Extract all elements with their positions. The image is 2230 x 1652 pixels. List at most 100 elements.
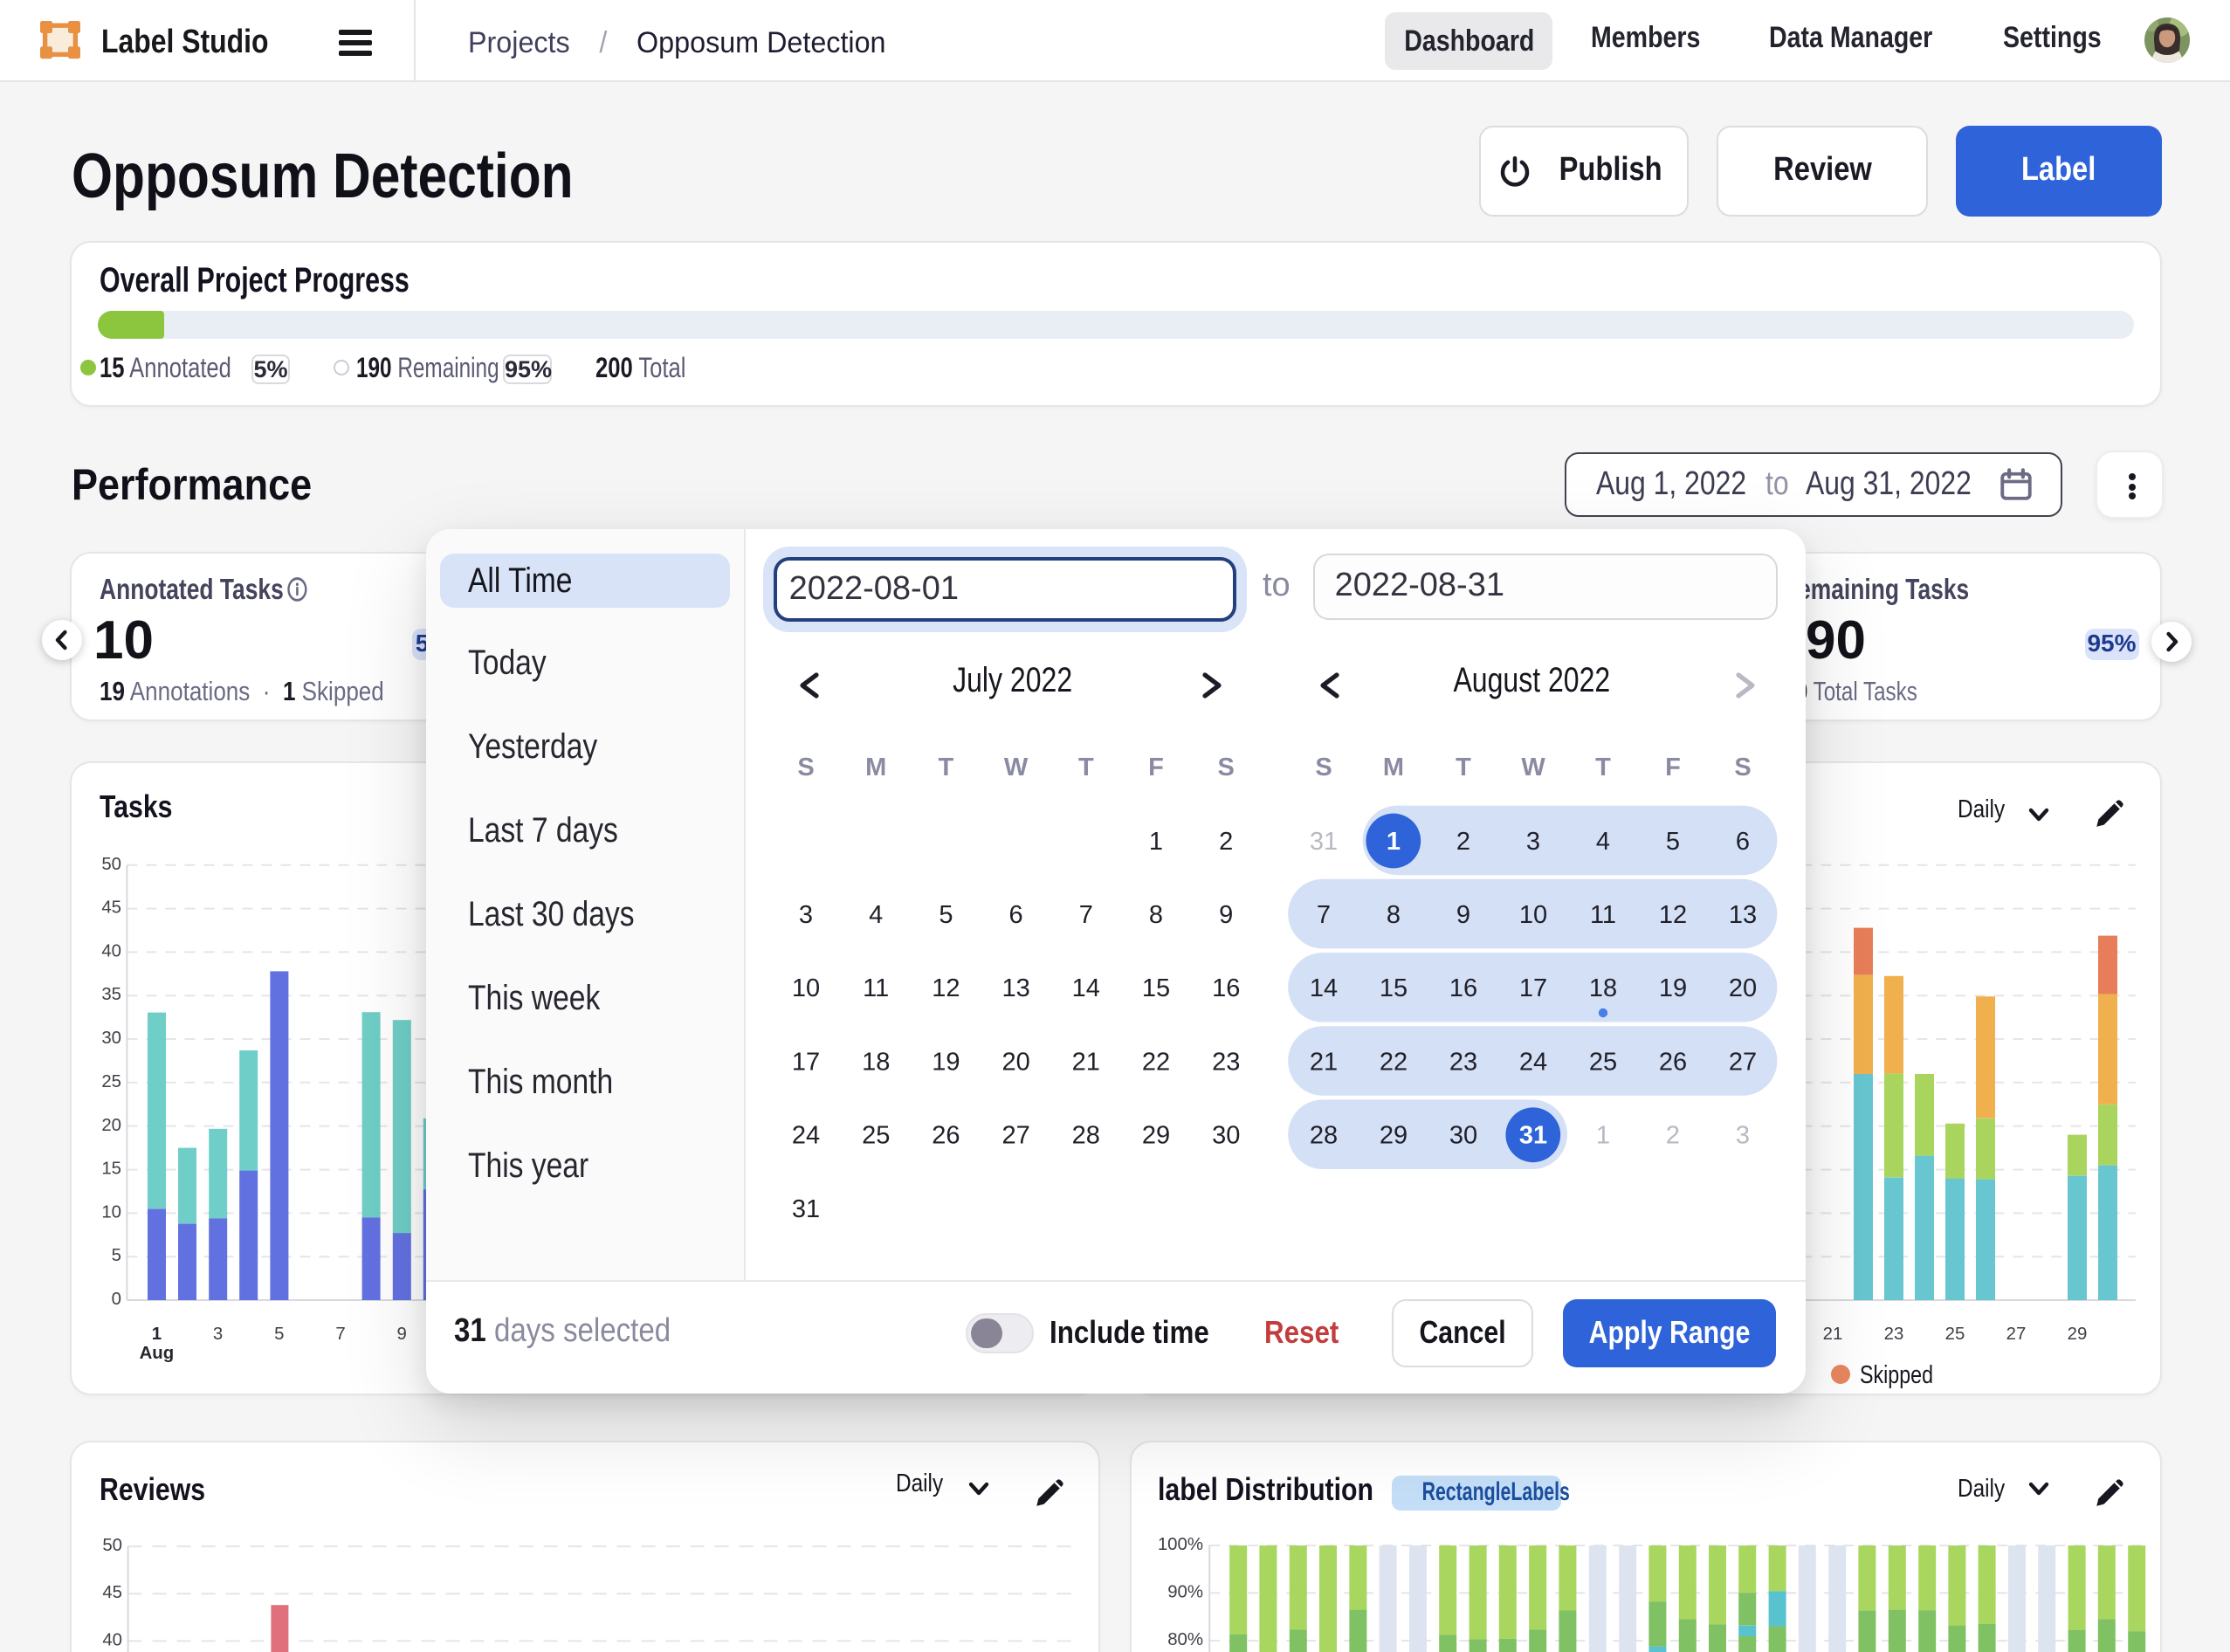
- svg-text:18: 18: [862, 1047, 890, 1075]
- svg-text:45: 45: [102, 1583, 122, 1602]
- svg-text:5: 5: [274, 1325, 284, 1344]
- svg-text:5: 5: [1666, 827, 1680, 855]
- svg-text:F: F: [1665, 753, 1681, 781]
- svg-text:17: 17: [1519, 974, 1547, 1002]
- svg-text:15: 15: [1380, 974, 1408, 1002]
- svg-text:13: 13: [1001, 974, 1029, 1002]
- svg-text:25: 25: [1945, 1325, 1965, 1344]
- svg-text:20: 20: [1729, 974, 1757, 1002]
- svg-text:31: 31: [1310, 827, 1338, 855]
- svg-text:29: 29: [1380, 1121, 1408, 1149]
- svg-text:45: 45: [101, 898, 121, 918]
- svg-text:15: 15: [1142, 974, 1170, 1002]
- svg-text:23: 23: [1884, 1325, 1904, 1344]
- svg-text:23: 23: [1449, 1047, 1477, 1075]
- svg-text:20: 20: [101, 1116, 121, 1135]
- svg-text:26: 26: [932, 1121, 960, 1149]
- svg-text:8: 8: [1387, 900, 1401, 928]
- svg-text:27: 27: [2006, 1325, 2027, 1344]
- svg-text:18: 18: [1589, 974, 1617, 1002]
- svg-text:1: 1: [1596, 1121, 1610, 1149]
- svg-text:29: 29: [1142, 1121, 1170, 1149]
- svg-text:Aug: Aug: [140, 1344, 175, 1363]
- svg-text:11: 11: [863, 974, 889, 1002]
- svg-text:1: 1: [152, 1325, 162, 1344]
- svg-text:T: T: [1456, 753, 1471, 781]
- svg-text:19: 19: [1659, 974, 1687, 1002]
- svg-text:M: M: [865, 753, 886, 781]
- svg-text:40: 40: [101, 941, 121, 960]
- svg-text:50: 50: [101, 855, 121, 874]
- svg-text:3: 3: [1526, 827, 1540, 855]
- svg-text:22: 22: [1380, 1047, 1408, 1075]
- svg-text:13: 13: [1729, 900, 1757, 928]
- svg-text:3: 3: [799, 900, 813, 928]
- svg-text:4: 4: [1596, 827, 1610, 855]
- svg-text:16: 16: [1212, 974, 1240, 1002]
- svg-text:10: 10: [792, 974, 820, 1002]
- svg-text:16: 16: [1449, 974, 1477, 1002]
- svg-text:4: 4: [869, 900, 883, 928]
- svg-text:9: 9: [1219, 900, 1233, 928]
- svg-text:80%: 80%: [1167, 1630, 1203, 1649]
- svg-text:W: W: [1004, 753, 1029, 781]
- svg-text:15: 15: [101, 1160, 121, 1179]
- svg-text:3: 3: [213, 1325, 223, 1344]
- svg-text:100%: 100%: [1158, 1535, 1203, 1554]
- svg-text:21: 21: [1072, 1047, 1100, 1075]
- svg-text:10: 10: [101, 1202, 121, 1222]
- svg-text:20: 20: [1001, 1047, 1029, 1075]
- svg-text:90%: 90%: [1167, 1583, 1203, 1602]
- svg-text:40: 40: [102, 1630, 122, 1649]
- svg-text:7: 7: [1317, 900, 1331, 928]
- svg-text:W: W: [1521, 753, 1545, 781]
- svg-text:T: T: [1078, 753, 1094, 781]
- svg-text:50: 50: [102, 1536, 122, 1555]
- svg-text:29: 29: [2068, 1325, 2088, 1344]
- svg-text:25: 25: [101, 1072, 121, 1091]
- svg-text:12: 12: [1659, 900, 1687, 928]
- svg-text:S: S: [1218, 753, 1235, 781]
- svg-text:F: F: [1148, 753, 1164, 781]
- svg-text:Skipped: Skipped: [1860, 1361, 1933, 1389]
- svg-text:T: T: [1595, 753, 1611, 781]
- svg-text:8: 8: [1149, 900, 1163, 928]
- svg-text:31: 31: [792, 1194, 820, 1222]
- svg-text:5: 5: [112, 1246, 121, 1265]
- svg-text:M: M: [1383, 753, 1404, 781]
- svg-text:2: 2: [1456, 827, 1470, 855]
- svg-text:17: 17: [792, 1047, 820, 1075]
- svg-text:7: 7: [1079, 900, 1093, 928]
- svg-text:10: 10: [1519, 900, 1547, 928]
- svg-text:6: 6: [1736, 827, 1750, 855]
- svg-text:23: 23: [1212, 1047, 1240, 1075]
- svg-text:2: 2: [1219, 827, 1233, 855]
- svg-text:12: 12: [932, 974, 960, 1002]
- svg-text:31: 31: [1519, 1121, 1547, 1149]
- svg-text:0: 0: [112, 1290, 121, 1309]
- svg-text:25: 25: [862, 1121, 890, 1149]
- svg-text:25: 25: [1589, 1047, 1617, 1075]
- svg-text:S: S: [797, 753, 814, 781]
- svg-text:14: 14: [1310, 974, 1338, 1002]
- svg-text:1: 1: [1149, 827, 1163, 855]
- svg-text:S: S: [1315, 753, 1332, 781]
- svg-text:24: 24: [792, 1121, 820, 1149]
- svg-text:26: 26: [1659, 1047, 1687, 1075]
- svg-text:1: 1: [1387, 827, 1401, 855]
- svg-text:35: 35: [101, 985, 121, 1004]
- svg-text:3: 3: [1736, 1121, 1750, 1149]
- svg-text:30: 30: [1449, 1121, 1477, 1149]
- svg-text:30: 30: [1212, 1121, 1240, 1149]
- svg-text:5: 5: [939, 900, 953, 928]
- svg-text:27: 27: [1001, 1121, 1029, 1149]
- svg-text:T: T: [939, 753, 954, 781]
- svg-text:21: 21: [1310, 1047, 1338, 1075]
- svg-text:27: 27: [1729, 1047, 1757, 1075]
- svg-text:14: 14: [1072, 974, 1100, 1002]
- svg-text:2: 2: [1666, 1121, 1680, 1149]
- svg-text:19: 19: [932, 1047, 960, 1075]
- svg-text:S: S: [1734, 753, 1751, 781]
- svg-text:28: 28: [1310, 1121, 1338, 1149]
- svg-text:9: 9: [397, 1325, 407, 1344]
